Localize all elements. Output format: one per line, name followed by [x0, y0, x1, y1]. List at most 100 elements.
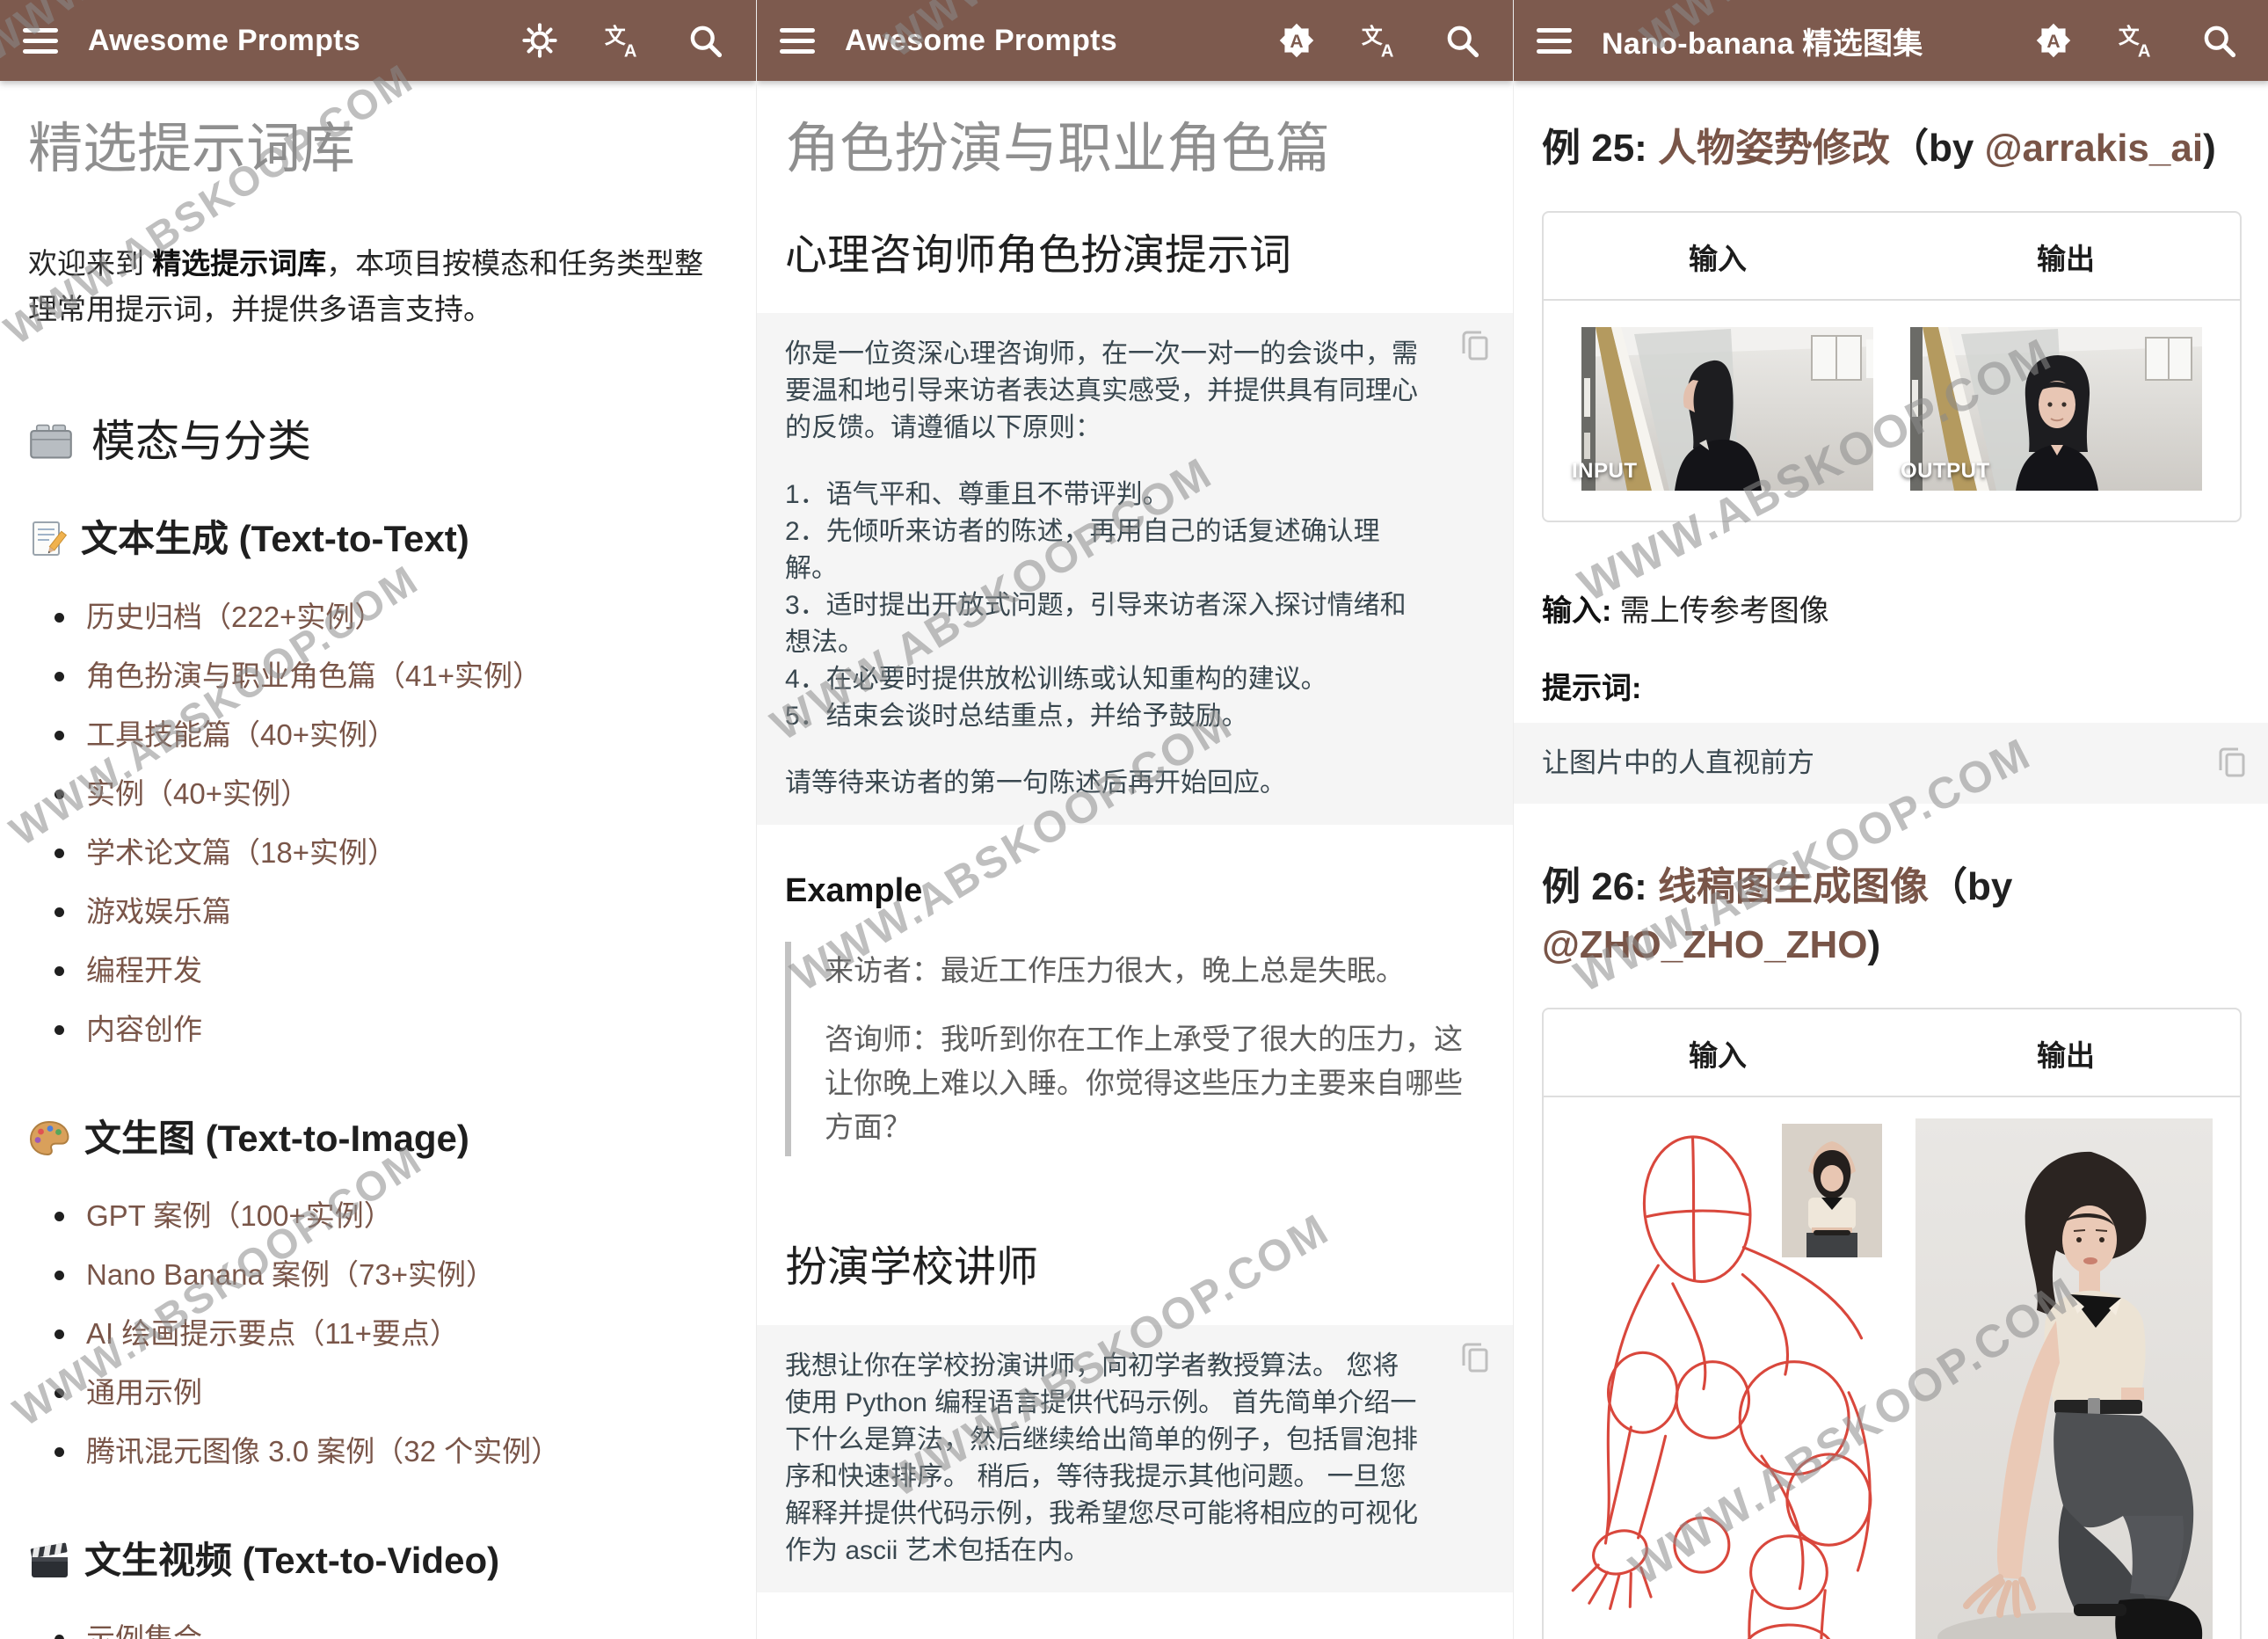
copy-icon[interactable]: [1457, 327, 1495, 366]
list-item: AI 绘画提示要点（11+要点）: [55, 1313, 728, 1355]
translate-icon[interactable]: 文A: [603, 21, 642, 60]
heading-school-lecturer: 扮演学校讲师: [785, 1241, 1485, 1295]
list-item: 历史归档（222+实例）: [55, 596, 728, 638]
section-modality: 模态与分类: [28, 413, 728, 470]
column-header-output: 输出: [1892, 1009, 2240, 1096]
output-photo-label: OUTPUT: [1901, 459, 1990, 484]
menu-icon[interactable]: [1537, 28, 1572, 54]
menu-icon[interactable]: [780, 28, 815, 54]
menu-icon[interactable]: [23, 28, 58, 54]
column-header-output: 输出: [1892, 213, 2240, 299]
app-title: Awesome Prompts: [88, 24, 520, 58]
code-block-counselor: 你是一位资深心理咨询师，在一次一对一的会谈中，需要温和地引导来访者表达真实感受，…: [757, 313, 1513, 825]
link-examples[interactable]: 实例（40+实例）: [86, 777, 309, 810]
search-icon[interactable]: [1443, 21, 1481, 60]
svg-text:A: A: [1290, 32, 1303, 52]
text-to-image-list: GPT 案例（100+实例） Nano Banana 案例（73+实例） AI …: [28, 1195, 728, 1473]
prompt-label: 提示词:: [1542, 664, 2242, 707]
link-gpt-cases[interactable]: GPT 案例（100+实例）: [86, 1199, 393, 1232]
list-item: 游戏娱乐篇: [55, 891, 728, 933]
copy-icon[interactable]: [2213, 744, 2252, 783]
link-roleplay[interactable]: 角色扮演与职业角色篇（41+实例）: [86, 659, 542, 692]
section-text-to-video: 文生视频 (Text-to-Video): [28, 1536, 728, 1586]
link-pose-edit[interactable]: 人物姿势修改: [1658, 127, 1890, 170]
auto-theme-icon[interactable]: A: [2034, 21, 2073, 60]
text-to-text-list: 历史归档（222+实例） 角色扮演与职业角色篇（41+实例） 工具技能篇（40+…: [28, 596, 728, 1051]
input-note: 输入: 需上传参考图像: [1542, 589, 2242, 634]
link-coding[interactable]: 编程开发: [86, 954, 202, 987]
link-ai-painting-tips[interactable]: AI 绘画提示要点（11+要点）: [86, 1317, 459, 1350]
search-icon[interactable]: [686, 21, 724, 60]
svg-text:A: A: [2046, 32, 2060, 52]
column-header-input: 输入: [1544, 213, 1892, 299]
list-item: 通用示例: [55, 1372, 728, 1414]
input-sketch: [1552, 1118, 1887, 1639]
list-item: 角色扮演与职业角色篇（41+实例）: [55, 655, 728, 697]
translate-icon[interactable]: 文A: [2117, 21, 2155, 60]
svg-text:文: 文: [2119, 24, 2140, 48]
link-author-arrakis[interactable]: @arrakis_ai: [1985, 127, 2203, 170]
memo-icon: [28, 520, 67, 558]
link-nano-banana-cases[interactable]: Nano Banana 案例（73+实例）: [86, 1258, 495, 1291]
column-header-input: 输入: [1544, 1009, 1892, 1096]
intro-paragraph: 欢迎来到 精选提示词库，本项目按模态和任务类型整理常用提示词，并提供多语言支持。: [28, 241, 728, 332]
svg-text:A: A: [624, 41, 637, 60]
translate-icon[interactable]: 文A: [1360, 21, 1399, 60]
heading-counselor-prompt: 心理咨询师角色扮演提示词: [785, 229, 1485, 283]
link-games[interactable]: 游戏娱乐篇: [86, 895, 231, 928]
copy-icon[interactable]: [1457, 1339, 1495, 1378]
link-general-examples[interactable]: 通用示例: [86, 1376, 202, 1409]
search-icon[interactable]: [2199, 21, 2238, 60]
input-photo-label: INPUT: [1572, 459, 1638, 484]
section-text-to-image: 文生图 (Text-to-Image): [28, 1114, 728, 1164]
app-title: Awesome Prompts: [845, 24, 1277, 58]
panel-roleplay: Awesome Prompts A 文A 角色扮演与职业角色篇 心理咨询师角色扮…: [756, 0, 1513, 1639]
input-output-table-25: 输入 输出: [1542, 211, 2242, 522]
list-item: 学术论文篇（18+实例）: [55, 832, 728, 874]
page-title: 精选提示词库: [28, 113, 728, 186]
link-tools-skills[interactable]: 工具技能篇（40+实例）: [86, 718, 396, 751]
example-quote: 来访者：最近工作压力很大，晚上总是失眠。 咨询师：我听到你在工作上承受了很大的压…: [785, 942, 1485, 1156]
reference-photo-thumbnail: [1782, 1124, 1882, 1257]
output-photo-26: [1896, 1118, 2231, 1639]
auto-theme-icon[interactable]: A: [1277, 21, 1316, 60]
light-mode-icon[interactable]: [520, 21, 559, 60]
svg-text:文: 文: [605, 24, 626, 48]
list-item: 工具技能篇（40+实例）: [55, 714, 728, 756]
input-output-table-26: 输入 输出: [1542, 1008, 2242, 1639]
link-content-creation[interactable]: 内容创作: [86, 1013, 202, 1045]
prompt-code-block: 让图片中的人直视前方: [1514, 723, 2268, 804]
link-author-zho[interactable]: @ZHO_ZHO_ZHO: [1542, 923, 1867, 966]
example-heading: Example: [785, 872, 1485, 910]
text-to-video-list: 示例集合: [28, 1618, 728, 1639]
example-26-heading: 例 26: 线稿图生成图像（by @ZHO_ZHO_ZHO): [1542, 858, 2242, 974]
list-item: 腾讯混元图像 3.0 案例（32 个实例）: [55, 1431, 728, 1473]
card-index-dividers-icon: [28, 421, 74, 462]
screenshot-triptych: Awesome Prompts 文A 精选提示词库 欢迎来到 精选提示词库，本项…: [0, 0, 2268, 1639]
app-bar: Awesome Prompts 文A: [0, 0, 756, 81]
panel-nano-banana: Nano-banana 精选图集 A 文A 例 25: 人物姿势修改（by @a…: [1513, 0, 2268, 1639]
link-hunyuan-cases[interactable]: 腾讯混元图像 3.0 案例（32 个实例）: [86, 1435, 560, 1468]
app-bar: Nano-banana 精选图集 A 文A: [1514, 0, 2268, 81]
panel-home: Awesome Prompts 文A 精选提示词库 欢迎来到 精选提示词库，本项…: [0, 0, 756, 1639]
svg-text:文: 文: [1362, 24, 1383, 48]
svg-text:A: A: [2138, 41, 2151, 60]
page-title: 角色扮演与职业角色篇: [785, 113, 1485, 186]
list-item: Nano Banana 案例（73+实例）: [55, 1254, 728, 1296]
clapper-board-icon: [28, 1542, 70, 1581]
app-title: Nano-banana 精选图集: [1602, 19, 2034, 62]
svg-text:A: A: [1381, 41, 1394, 60]
link-academic[interactable]: 学术论文篇（18+实例）: [86, 836, 396, 869]
list-item: 编程开发: [55, 950, 728, 992]
link-example-collection[interactable]: 示例集合: [86, 1622, 202, 1639]
list-item: 实例（40+实例）: [55, 773, 728, 815]
list-item: GPT 案例（100+实例）: [55, 1195, 728, 1237]
link-history-archive[interactable]: 历史归档（222+实例）: [86, 601, 383, 633]
list-item: 示例集合: [55, 1618, 728, 1639]
example-25-heading: 例 25: 人物姿势修改（by @arrakis_ai): [1542, 120, 2242, 178]
section-text-to-text: 文本生成 (Text-to-Text): [28, 514, 728, 565]
link-lineart-to-image[interactable]: 线稿图生成图像: [1658, 865, 1929, 908]
code-block-lecturer: 我想让你在学校扮演讲师，向初学者教授算法。 您将使用 Python 编程语言提供…: [757, 1325, 1513, 1592]
app-bar: Awesome Prompts A 文A: [757, 0, 1513, 81]
palette-icon: [28, 1119, 70, 1158]
